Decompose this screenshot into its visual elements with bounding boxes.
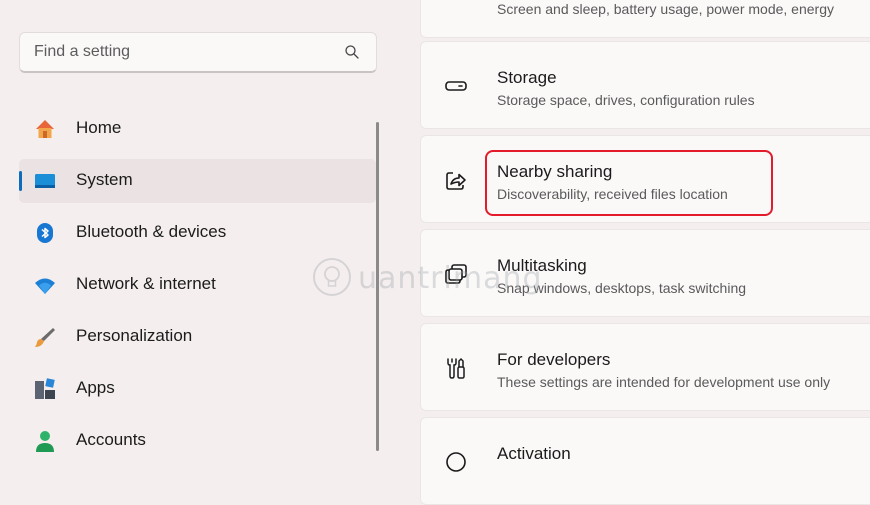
card-title: Nearby sharing — [497, 162, 613, 181]
sidebar-item-label: Apps — [76, 378, 115, 397]
card-title: Activation — [497, 444, 571, 463]
card-title: For developers — [497, 350, 611, 369]
bluetooth-icon — [37, 223, 53, 243]
sidebar-item-personalization[interactable]: Personalization — [19, 315, 376, 359]
sidebar-scrollbar[interactable] — [376, 122, 379, 451]
card-title: Multitasking — [497, 256, 587, 275]
sidebar: Find a setting Home System Bluetooth & d… — [0, 0, 400, 452]
card-subtitle: Storage space, drives, configuration rul… — [497, 92, 755, 108]
sidebar-item-network[interactable]: Network & internet — [19, 263, 376, 307]
sidebar-item-label: Home — [76, 118, 122, 137]
card-title: Storage — [497, 68, 557, 87]
card-subtitle: Discoverability, received files location — [497, 186, 728, 202]
sidebar-item-label: Network & internet — [76, 274, 216, 293]
sidebar-item-label: Personalization — [76, 326, 193, 345]
accounts-icon — [36, 431, 54, 452]
settings-list: Screen and sleep, battery usage, power m… — [420, 0, 870, 505]
wifi-icon — [35, 278, 55, 294]
settings-card-nearby-sharing[interactable]: Nearby sharing Discoverability, received… — [420, 135, 870, 223]
sidebar-item-label: Bluetooth & devices — [76, 222, 227, 241]
search-box[interactable]: Find a setting — [19, 32, 377, 73]
card-subtitle: Snap windows, desktops, task switching — [497, 280, 747, 296]
card-subtitle: These settings are intended for developm… — [497, 374, 831, 390]
settings-card-activation[interactable]: Activation — [420, 417, 870, 505]
sidebar-item-label: System — [76, 170, 133, 189]
sidebar-item-home[interactable]: Home — [19, 107, 376, 151]
search-input[interactable]: Find a setting — [34, 43, 130, 61]
search-icon[interactable] — [344, 44, 360, 60]
settings-card-for-developers[interactable]: For developers These settings are intend… — [420, 323, 870, 411]
sidebar-item-label: Accounts — [76, 430, 146, 449]
settings-card-storage[interactable]: Storage Storage space, drives, configura… — [420, 41, 870, 129]
sidebar-item-apps[interactable]: Apps — [19, 367, 376, 411]
sidebar-item-accounts[interactable]: Accounts — [19, 419, 376, 463]
apps-icon — [35, 378, 55, 399]
developer-tools-icon — [447, 357, 465, 379]
home-icon — [36, 120, 54, 138]
activation-icon — [446, 452, 466, 472]
multitasking-icon — [445, 264, 467, 284]
sidebar-item-bluetooth[interactable]: Bluetooth & devices — [19, 211, 376, 255]
storage-icon — [445, 81, 467, 91]
sidebar-item-system[interactable]: System — [19, 159, 376, 203]
selection-indicator — [19, 171, 22, 191]
settings-card-multitasking[interactable]: Multitasking Snap windows, desktops, tas… — [420, 229, 870, 317]
share-icon — [446, 172, 466, 190]
card-subtitle: Screen and sleep, battery usage, power m… — [497, 1, 834, 17]
system-icon — [35, 174, 55, 188]
brush-icon — [35, 328, 55, 347]
settings-card-power[interactable]: Screen and sleep, battery usage, power m… — [420, 0, 870, 38]
